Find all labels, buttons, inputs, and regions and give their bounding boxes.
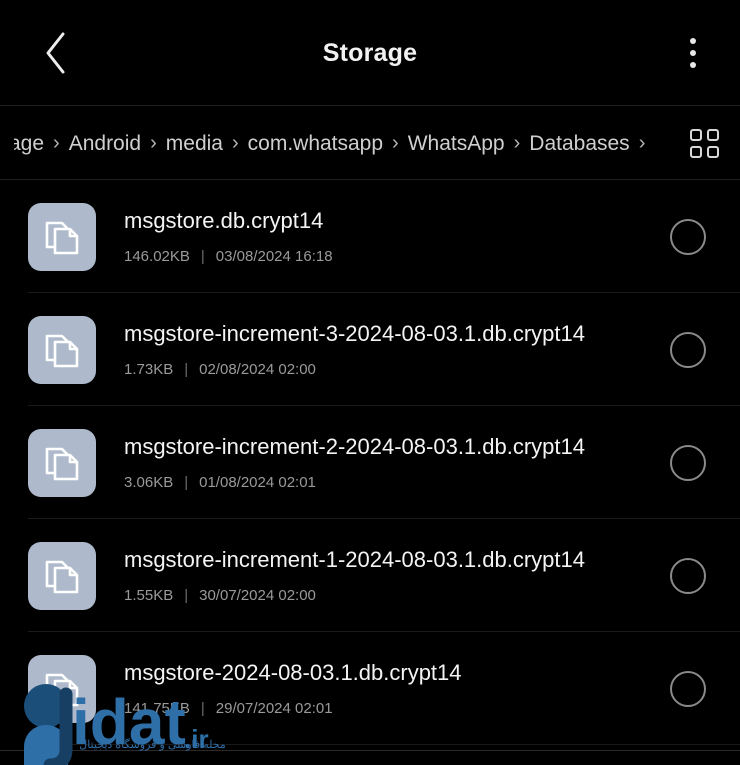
file-meta: 3.06KB | 01/08/2024 02:01 bbox=[124, 475, 670, 490]
file-size: 1.73KB bbox=[124, 360, 174, 378]
breadcrumb-item-com-whatsapp[interactable]: com.whatsapp bbox=[248, 133, 383, 154]
table-row[interactable]: msgstore-increment-3-2024-08-03.1.db.cry… bbox=[0, 293, 740, 406]
breadcrumb-separator-icon: › bbox=[392, 131, 399, 154]
breadcrumb-separator-icon: › bbox=[513, 131, 521, 154]
file-size: 141.75KB bbox=[124, 699, 190, 717]
table-row[interactable]: msgstore-increment-1-2024-08-03.1.db.cry… bbox=[0, 519, 740, 632]
file-document-icon bbox=[28, 428, 96, 497]
breadcrumb-item-media[interactable]: media bbox=[166, 133, 223, 154]
meta-separator: | bbox=[200, 247, 205, 265]
file-modified-date: 01/08/2024 02:01 bbox=[199, 473, 316, 491]
menu-dot bbox=[690, 38, 696, 44]
breadcrumb-item-android[interactable]: Android bbox=[69, 133, 141, 154]
file-modified-date: 02/08/2024 02:00 bbox=[199, 360, 316, 378]
page-title: Storage bbox=[322, 38, 418, 67]
meta-separator: | bbox=[184, 360, 189, 378]
breadcrumb-item-whatsapp[interactable]: WhatsApp bbox=[408, 133, 505, 154]
file-document-icon bbox=[28, 315, 96, 384]
breadcrumb-bar: rage › Android › media › com.whatsapp › … bbox=[0, 106, 740, 180]
file-name: msgstore-increment-1-2024-08-03.1.db.cry… bbox=[124, 548, 586, 572]
file-modified-date: 03/08/2024 16:18 bbox=[215, 247, 333, 265]
file-name: msgstore-increment-2-2024-08-03.1.db.cry… bbox=[124, 435, 586, 459]
file-size: 1.55KB bbox=[124, 586, 174, 604]
file-name: msgstore-2024-08-03.1.db.crypt14 bbox=[124, 661, 462, 685]
file-info: msgstore.db.crypt14 146.02KB | 03/08/202… bbox=[96, 209, 670, 263]
grid-cell bbox=[689, 128, 702, 141]
grid-cell bbox=[689, 145, 702, 158]
app-header: Storage bbox=[0, 0, 740, 106]
file-size: 146.02KB bbox=[124, 247, 190, 265]
file-document-icon bbox=[28, 541, 96, 610]
chevron-left-icon bbox=[42, 31, 68, 75]
file-meta: 1.55KB | 30/07/2024 02:00 bbox=[124, 588, 670, 603]
file-info: msgstore-2024-08-03.1.db.crypt14 141.75K… bbox=[96, 661, 670, 715]
file-select-radio[interactable] bbox=[670, 218, 706, 255]
breadcrumb-separator-icon: › bbox=[638, 131, 646, 154]
bottom-divider bbox=[0, 750, 740, 751]
grid-cell bbox=[706, 128, 719, 141]
file-list: msgstore.db.crypt14 146.02KB | 03/08/202… bbox=[0, 180, 740, 745]
file-select-radio[interactable] bbox=[670, 557, 706, 594]
meta-separator: | bbox=[184, 586, 189, 604]
file-select-radio[interactable] bbox=[670, 444, 706, 481]
file-modified-date: 30/07/2024 02:00 bbox=[199, 586, 316, 604]
menu-dot bbox=[690, 50, 696, 56]
grid-cell bbox=[706, 145, 719, 158]
breadcrumb-item-storage[interactable]: rage bbox=[14, 133, 44, 154]
table-row[interactable]: msgstore-2024-08-03.1.db.crypt14 141.75K… bbox=[0, 632, 740, 745]
file-document-icon bbox=[28, 202, 96, 271]
breadcrumb[interactable]: rage › Android › media › com.whatsapp › … bbox=[14, 132, 668, 155]
breadcrumb-separator-icon: › bbox=[53, 131, 60, 154]
file-name: msgstore.db.crypt14 bbox=[124, 209, 324, 233]
menu-dot bbox=[690, 62, 696, 68]
file-document-icon bbox=[28, 654, 96, 723]
file-meta: 1.73KB | 02/08/2024 02:00 bbox=[124, 362, 670, 377]
file-modified-date: 29/07/2024 02:01 bbox=[215, 699, 333, 717]
back-button[interactable] bbox=[22, 20, 88, 86]
file-info: msgstore-increment-3-2024-08-03.1.db.cry… bbox=[96, 322, 670, 376]
file-manager-screen: Storage rage › Android › media › com.wha… bbox=[0, 0, 740, 765]
file-name: msgstore-increment-3-2024-08-03.1.db.cry… bbox=[124, 322, 586, 346]
file-info: msgstore-increment-1-2024-08-03.1.db.cry… bbox=[96, 548, 670, 602]
file-select-radio[interactable] bbox=[670, 331, 706, 368]
grid-view-toggle-button[interactable] bbox=[668, 106, 740, 180]
overflow-menu-button[interactable] bbox=[662, 20, 724, 86]
table-row[interactable]: msgstore.db.crypt14 146.02KB | 03/08/202… bbox=[0, 180, 740, 293]
grid-view-icon bbox=[689, 128, 719, 158]
meta-separator: | bbox=[184, 473, 189, 491]
file-meta: 146.02KB | 03/08/2024 16:18 bbox=[124, 249, 670, 264]
file-size: 3.06KB bbox=[124, 473, 174, 491]
breadcrumb-separator-icon: › bbox=[150, 131, 157, 154]
file-info: msgstore-increment-2-2024-08-03.1.db.cry… bbox=[96, 435, 670, 489]
meta-separator: | bbox=[200, 699, 205, 717]
file-meta: 141.75KB | 29/07/2024 02:01 bbox=[124, 701, 670, 716]
table-row[interactable]: msgstore-increment-2-2024-08-03.1.db.cry… bbox=[0, 406, 740, 519]
breadcrumb-item-databases[interactable]: Databases bbox=[529, 133, 629, 154]
file-select-radio[interactable] bbox=[670, 670, 706, 707]
breadcrumb-separator-icon: › bbox=[231, 131, 239, 154]
